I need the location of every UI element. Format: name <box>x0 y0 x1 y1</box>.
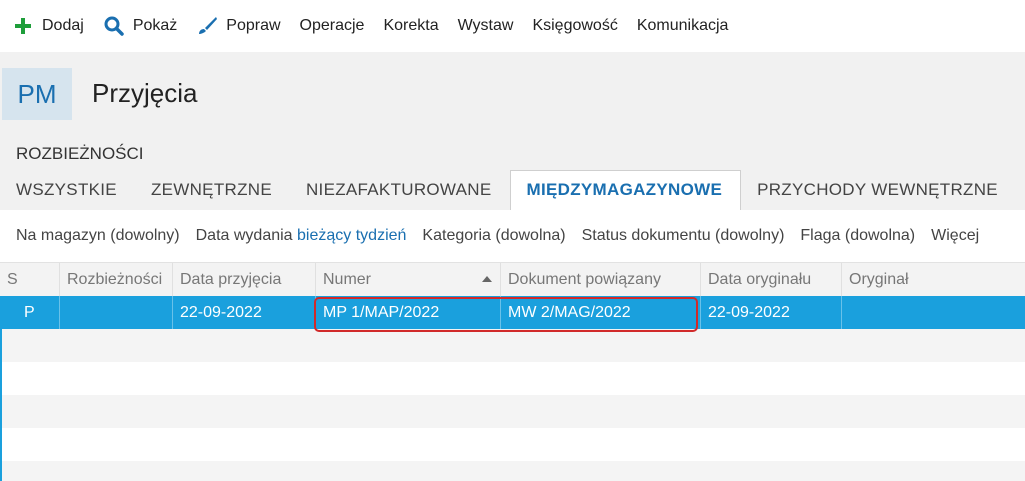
grid-header: S Rozbieżności Data przyjęcia Numer Doku… <box>0 262 1025 297</box>
filter-issue-date-label: Data wydania <box>195 227 293 244</box>
cell-number: MP 1/MAP/2022 <box>315 296 500 329</box>
filter-more[interactable]: Więcej <box>931 227 979 245</box>
show-button-label: Pokaż <box>132 17 178 34</box>
column-header-s[interactable]: S <box>0 263 59 297</box>
cell-s: P <box>24 304 35 321</box>
empty-row <box>0 362 1025 395</box>
plus-icon <box>12 15 34 37</box>
communication-menu[interactable]: Komunikacja <box>637 17 729 35</box>
tab-all[interactable]: WSZYSTKIE <box>0 172 135 210</box>
left-edge-bar <box>0 296 2 481</box>
sort-ascending-icon <box>482 276 492 282</box>
filter-bar: Na magazyn (dowolny) Data wydania bieżąc… <box>0 210 1025 262</box>
page-header: PM Przyjęcia <box>0 52 1025 134</box>
brush-icon <box>196 15 218 37</box>
section-area: ROZBIEŻNOŚCI WSZYSTKIE ZEWNĘTRZNE NIEZAF… <box>0 134 1025 210</box>
filter-issue-date-value: bieżący tydzień <box>297 227 407 244</box>
filter-document-status[interactable]: Status dokumentu (dowolny) <box>582 227 785 245</box>
column-header-related-document[interactable]: Dokument powiązany <box>500 263 700 297</box>
add-button-label: Dodaj <box>42 17 84 34</box>
search-icon <box>103 15 125 37</box>
add-button[interactable]: Dodaj <box>12 15 84 37</box>
accounting-menu[interactable]: Księgowość <box>532 17 617 35</box>
column-header-number[interactable]: Numer <box>315 263 500 297</box>
table-row[interactable]: P 22-09-2022 MP 1/MAP/2022 MW 2/MAG/2022… <box>0 296 1025 329</box>
cell-discrepancies <box>59 296 172 329</box>
cell-original-date: 22-09-2022 <box>700 296 841 329</box>
operations-menu[interactable]: Operacje <box>300 17 365 35</box>
tab-internal-income[interactable]: PRZYCHODY WEWNĘTRZNE <box>741 172 1016 210</box>
edit-button-label: Popraw <box>226 17 281 34</box>
cell-receipt-date: 22-09-2022 <box>172 296 315 329</box>
filter-warehouse[interactable]: Na magazyn (dowolny) <box>16 227 180 245</box>
empty-row <box>0 329 1025 362</box>
show-button[interactable]: Pokaż <box>103 15 177 37</box>
correction-menu[interactable]: Korekta <box>383 17 438 35</box>
empty-row <box>0 461 1025 481</box>
column-header-discrepancies[interactable]: Rozbieżności <box>59 263 172 297</box>
tab-interwarehouse[interactable]: MIĘDZYMAGAZYNOWE <box>509 170 742 210</box>
page-title: Przyjęcia <box>92 78 198 108</box>
tab-external[interactable]: ZEWNĘTRZNE <box>135 172 290 210</box>
empty-row <box>0 428 1025 461</box>
edit-button[interactable]: Popraw <box>196 15 281 37</box>
column-header-original[interactable]: Oryginał <box>841 263 1025 297</box>
empty-row <box>0 395 1025 428</box>
toolbar: Dodaj Pokaż Popraw Operacje Korekta Wyst… <box>0 0 1025 52</box>
module-badge: PM <box>2 68 72 120</box>
filter-flag[interactable]: Flaga (dowolna) <box>800 227 915 245</box>
section-label: ROZBIEŻNOŚCI <box>16 144 144 163</box>
issue-menu[interactable]: Wystaw <box>458 17 514 35</box>
tab-uninvoiced[interactable]: NIEZAFAKTUROWANE <box>290 172 510 210</box>
cell-related-document: MW 2/MAG/2022 <box>500 296 700 329</box>
cell-original <box>841 296 1025 329</box>
column-header-number-label: Numer <box>323 271 372 288</box>
column-header-receipt-date[interactable]: Data przyjęcia <box>172 263 315 297</box>
filter-category[interactable]: Kategoria (dowolna) <box>422 227 565 245</box>
documents-grid: S Rozbieżności Data przyjęcia Numer Doku… <box>0 262 1025 481</box>
filter-issue-date[interactable]: Data wydania bieżący tydzień <box>196 227 407 245</box>
column-header-original-date[interactable]: Data oryginału <box>700 263 841 297</box>
tab-bar: WSZYSTKIE ZEWNĘTRZNE NIEZAFAKTUROWANE MI… <box>0 170 1016 210</box>
